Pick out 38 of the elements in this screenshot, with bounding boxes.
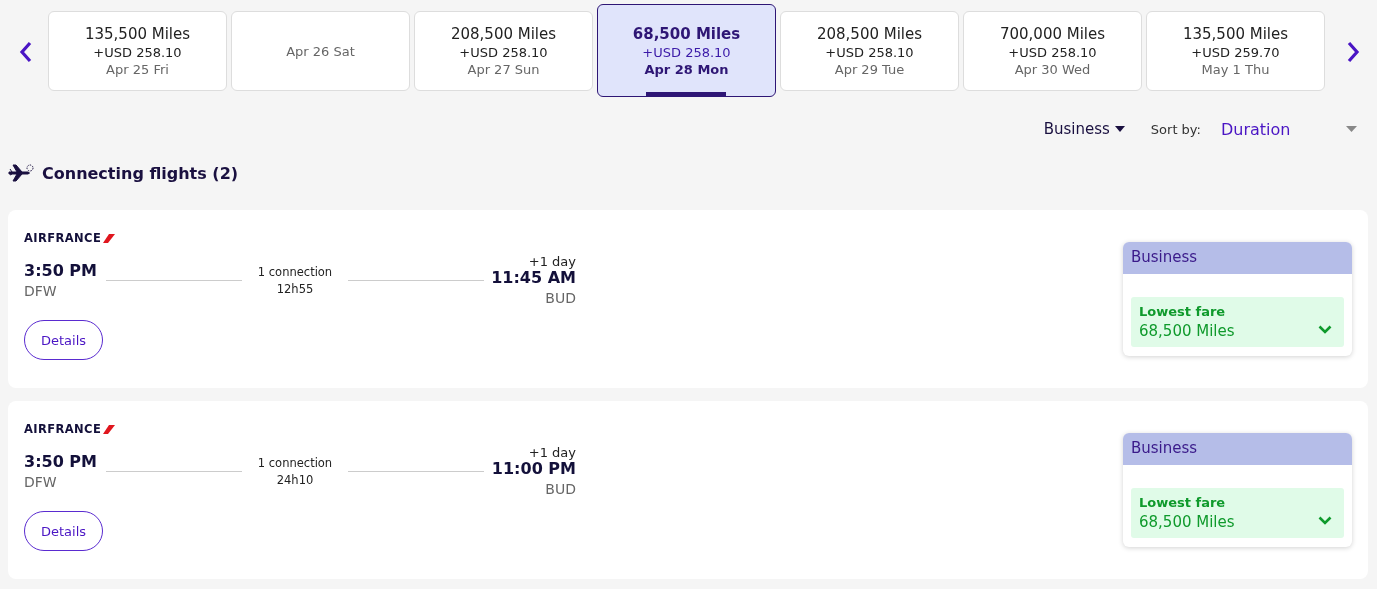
connection-count: 1 connection bbox=[257, 455, 333, 470]
date-tab[interactable]: 700,000 Miles +USD 258.10 Apr 30 Wed bbox=[963, 11, 1142, 91]
chevron-down-icon bbox=[1318, 325, 1332, 334]
airplane-icon bbox=[8, 163, 34, 183]
flight-duration: 24h10 bbox=[276, 472, 314, 487]
airline-logo: AIRFRANCE bbox=[24, 422, 116, 436]
date-tab[interactable]: 68,500 Miles +USD 258.10 Apr 28 Mon bbox=[597, 4, 776, 97]
section-title: Connecting flights (2) bbox=[42, 163, 239, 183]
date-tab[interactable]: Apr 26 Sat bbox=[231, 11, 410, 91]
arrival-time: 11:00 PM bbox=[491, 459, 576, 478]
date-tab[interactable]: 135,500 Miles +USD 259.70 May 1 Thu bbox=[1146, 11, 1325, 91]
details-button[interactable]: Details bbox=[24, 511, 103, 551]
arrival-time: 11:45 AM bbox=[491, 268, 576, 287]
date-tab[interactable]: 208,500 Miles +USD 258.10 Apr 29 Tue bbox=[780, 11, 959, 91]
day-offset: +1 day bbox=[528, 445, 576, 460]
arrival-airport: BUD bbox=[545, 290, 576, 306]
departure-time: 3:50 PM bbox=[24, 452, 98, 471]
cabin-header: Business bbox=[1123, 242, 1352, 274]
previous-arrow-icon[interactable] bbox=[18, 40, 34, 64]
chevron-down-icon bbox=[1318, 516, 1332, 525]
cabin-dropdown[interactable]: Business bbox=[1043, 120, 1125, 138]
day-offset: +1 day bbox=[528, 254, 576, 269]
departure-airport: DFW bbox=[24, 474, 58, 490]
date-tab[interactable]: 135,500 Miles +USD 258.10 Apr 25 Fri bbox=[48, 11, 227, 91]
next-arrow-icon[interactable] bbox=[1345, 40, 1361, 64]
caret-icon bbox=[1114, 126, 1125, 132]
details-button[interactable]: Details bbox=[24, 320, 103, 360]
cabin-header: Business bbox=[1123, 433, 1352, 465]
airline-logo: AIRFRANCE bbox=[24, 231, 116, 245]
caret-icon bbox=[1346, 126, 1357, 132]
sort-label: Sort by: bbox=[1150, 121, 1201, 137]
date-tab[interactable]: 208,500 Miles +USD 258.10 Apr 27 Sun bbox=[414, 11, 593, 91]
departure-airport: DFW bbox=[24, 283, 58, 299]
departure-time: 3:50 PM bbox=[24, 261, 98, 280]
flight-duration: 12h55 bbox=[276, 281, 314, 296]
connection-count: 1 connection bbox=[257, 264, 333, 279]
sort-dropdown[interactable]: Duration bbox=[1221, 119, 1357, 139]
arrival-airport: BUD bbox=[545, 481, 576, 497]
